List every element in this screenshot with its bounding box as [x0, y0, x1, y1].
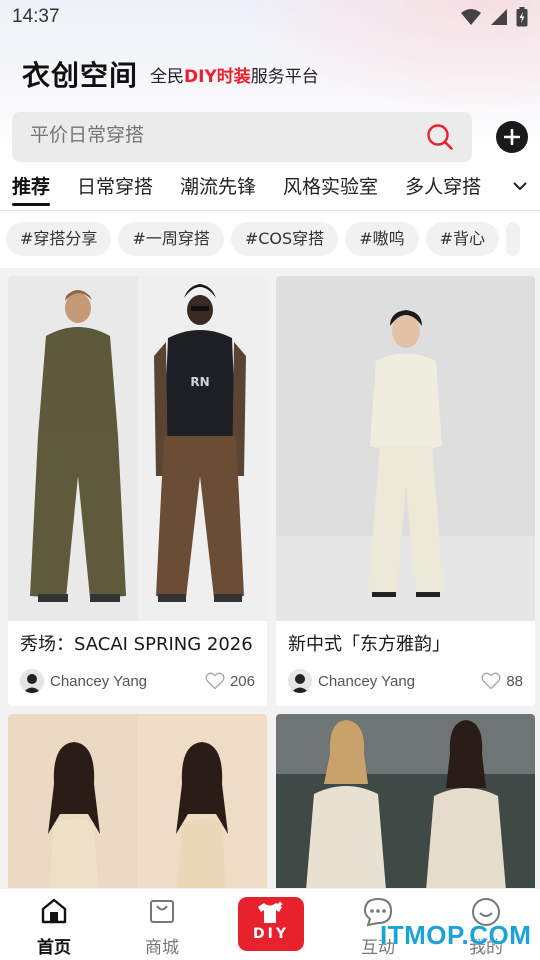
search-icon[interactable] — [426, 123, 454, 151]
post-card[interactable]: 新中式「东方雅韵」 Chancey Yang 88 — [276, 276, 535, 706]
brand-row: 衣创空间 全民DIY时装服务平台 — [22, 56, 319, 92]
nav-shop-label: 商城 — [145, 938, 179, 958]
status-time: 14:37 — [12, 6, 60, 27]
post-image: RN — [8, 276, 267, 621]
avatar[interactable] — [20, 669, 44, 693]
tab-trend-pioneer[interactable]: 潮流先锋 — [180, 172, 256, 199]
search-input[interactable] — [30, 124, 410, 146]
heart-icon — [481, 672, 501, 690]
post-title: 秀场：SACAI SPRING 2026 — [20, 634, 253, 655]
like-button[interactable]: 206 — [205, 672, 255, 690]
chip-awoo[interactable]: #嗷呜 — [345, 222, 419, 256]
nav-home-label: 首页 — [37, 938, 71, 958]
nav-home[interactable]: 首页 — [0, 889, 108, 960]
plus-icon — [504, 129, 520, 145]
heart-icon — [205, 672, 225, 690]
feed: RN 秀场：SACAI SPRING 2026 Chancey Yang 206 — [0, 268, 540, 888]
slogan-suffix: 服务平台 — [250, 66, 319, 87]
author-name[interactable]: Chancey Yang — [318, 673, 415, 690]
post-image — [276, 276, 535, 621]
tab-recommend[interactable]: 推荐 — [12, 172, 50, 199]
watermark: ITMOP.COM — [380, 920, 532, 950]
shop-bag-icon — [150, 900, 174, 923]
slogan-highlight: DIY时装 — [184, 66, 251, 87]
tab-group-outfit[interactable]: 多人穿搭 — [405, 172, 481, 199]
post-card[interactable]: RN 秀场：SACAI SPRING 2026 Chancey Yang 206 — [8, 276, 267, 706]
avatar[interactable] — [288, 669, 312, 693]
post-card[interactable] — [8, 714, 267, 888]
app-slogan: 全民DIY时装服务平台 — [150, 62, 319, 87]
chip-weekly-outfit[interactable]: #一周穿搭 — [118, 222, 224, 256]
post-meta: Chancey Yang 206 — [20, 668, 255, 694]
post-title: 新中式「东方雅韵」 — [288, 634, 450, 655]
add-button[interactable] — [496, 121, 528, 153]
active-tab-indicator — [12, 203, 50, 206]
like-button[interactable]: 88 — [481, 672, 523, 690]
nav-shop[interactable]: 商城 — [108, 889, 216, 960]
like-count: 88 — [506, 672, 523, 690]
post-meta: Chancey Yang 88 — [288, 668, 523, 694]
post-image — [8, 714, 267, 888]
chip-more[interactable] — [506, 222, 521, 256]
status-icons — [460, 7, 528, 27]
like-count: 206 — [229, 672, 255, 690]
signal-icon — [491, 9, 507, 25]
tab-style-lab[interactable]: 风格实验室 — [283, 172, 378, 199]
app-logo: 衣创空间 — [22, 59, 139, 92]
home-icon — [41, 898, 67, 924]
search-bar[interactable] — [12, 112, 472, 162]
chip-outfit-share[interactable]: #穿搭分享 — [6, 222, 112, 256]
chevron-down-icon[interactable] — [512, 178, 528, 194]
post-image — [276, 714, 535, 888]
svg-text:RN: RN — [190, 375, 209, 389]
author-name[interactable]: Chancey Yang — [50, 673, 147, 690]
chip-cos-outfit[interactable]: #COS穿搭 — [230, 222, 339, 256]
category-tabs: 推荐 日常穿搭 潮流先锋 风格实验室 多人穿搭 — [12, 172, 512, 204]
status-bar: 14:37 — [0, 0, 540, 36]
chip-vest[interactable]: #背心 — [425, 222, 500, 256]
tabs-divider — [0, 210, 540, 211]
wifi-icon — [461, 9, 481, 25]
diy-shirt-icon — [258, 901, 283, 923]
diy-button[interactable]: DIY — [238, 897, 304, 951]
slogan-prefix: 全民 — [150, 66, 185, 87]
tab-daily-outfit[interactable]: 日常穿搭 — [77, 172, 153, 199]
battery-icon — [516, 7, 528, 27]
post-card[interactable] — [276, 714, 535, 888]
diy-label: DIY — [253, 926, 289, 942]
hashtag-chips: #穿搭分享 #一周穿搭 #COS穿搭 #嗷呜 #背心 — [6, 222, 540, 256]
